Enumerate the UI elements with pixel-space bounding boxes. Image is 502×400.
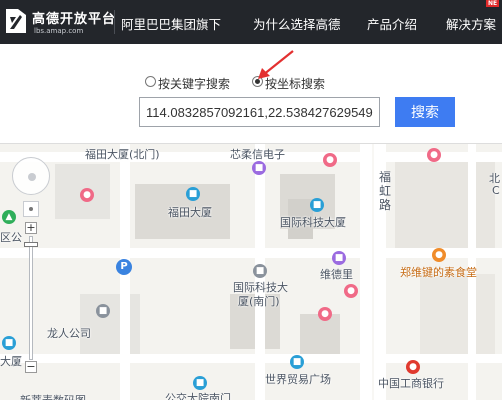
annotation-arrow-icon xyxy=(258,50,294,79)
logo[interactable]: 高德开放平台 lbs.amap.com xyxy=(4,5,117,39)
logo-title: 高德开放平台 xyxy=(32,12,117,27)
nav-alibaba[interactable]: 阿里巴巴集团旗下 xyxy=(121,14,221,33)
map-pan-control[interactable] xyxy=(12,157,50,195)
map-label-fuhong-road: 福虹路 xyxy=(379,170,392,212)
map-label-futian-building: 福田大厦 xyxy=(168,206,212,219)
poi-building-icon[interactable]: ■ xyxy=(186,187,200,201)
poi-office-2-icon[interactable]: ■ xyxy=(96,304,110,318)
map-label-zhixin: 芯柔信电子 xyxy=(230,148,285,161)
poi-building-4-icon[interactable]: ■ xyxy=(193,376,207,390)
map-label-icbc: 中国工商银行 xyxy=(378,377,444,390)
map-label-weideli: 维德里 xyxy=(320,268,353,281)
poi-store-2-icon[interactable]: ● xyxy=(427,148,441,162)
map-label-futian-north: 福田大厦(北门) xyxy=(85,148,160,161)
poi-building-2-icon[interactable]: ■ xyxy=(310,198,324,212)
map-label-xinhua: 新蒂麦数码图 xyxy=(20,392,86,400)
map-label-gongjiao: 公交大院南门 xyxy=(165,392,231,400)
poi-park-icon[interactable]: ▲ xyxy=(2,210,16,224)
map-label-right-edge: C xyxy=(492,184,500,197)
radio-keyword-label[interactable]: 按关键字搜索 xyxy=(158,75,230,92)
zoom-in-button[interactable]: + xyxy=(25,222,37,234)
map-label-wtc: 世界贸易广场 xyxy=(265,373,331,386)
poi-office-icon[interactable]: ■ xyxy=(253,264,267,278)
parking-icon[interactable]: P xyxy=(116,259,132,275)
restaurant-icon[interactable]: ● xyxy=(432,248,446,262)
map-label-longren: 龙人公司 xyxy=(47,327,91,340)
map-label-intl-tech-south-2: 厦(南门) xyxy=(238,295,280,308)
poi-store-icon[interactable]: ● xyxy=(323,153,337,167)
locate-icon[interactable] xyxy=(23,201,39,217)
top-navbar: 高德开放平台 lbs.amap.com 阿里巴巴集团旗下 为什么选择高德 产品介… xyxy=(0,0,502,44)
poi-store-4-icon[interactable]: ● xyxy=(318,307,332,321)
nav-solutions[interactable]: 解决方案 xyxy=(446,14,496,33)
map-label-left-building: 大厦 xyxy=(0,355,22,368)
poi-shop-icon[interactable]: ■ xyxy=(332,251,346,265)
poi-building-5-icon[interactable]: ■ xyxy=(2,336,16,350)
map-label-intl-tech: 国际科技大厦 xyxy=(280,216,346,229)
poi-shopping-icon[interactable]: ● xyxy=(80,188,94,202)
bank-icon[interactable]: ● xyxy=(406,360,420,374)
zoom-slider-handle[interactable] xyxy=(24,242,38,247)
map-label-zhengweiji: 郑维键的素食堂 xyxy=(400,266,477,279)
coordinate-input[interactable] xyxy=(139,97,380,127)
search-button[interactable]: 搜索 xyxy=(395,97,455,127)
nav-divider xyxy=(114,10,115,34)
nav-products[interactable]: 产品介绍 xyxy=(367,14,417,33)
map-label-left-district: 区公 xyxy=(0,231,22,244)
map-view[interactable]: 福田大厦(北门) 芯柔信电子 福田大厦 国际科技大厦 维德里 国际科技大 厦(南… xyxy=(0,143,502,400)
poi-store-3-icon[interactable]: ● xyxy=(344,284,358,298)
zoom-slider-track[interactable] xyxy=(29,236,33,360)
poi-transit-icon[interactable]: ■ xyxy=(252,161,266,175)
nav-why-amap[interactable]: 为什么选择高德 xyxy=(253,14,341,33)
logo-subtitle: lbs.amap.com xyxy=(34,27,84,35)
logo-mark-icon xyxy=(6,9,26,33)
pan-center-icon xyxy=(28,173,36,181)
zoom-out-button[interactable]: − xyxy=(25,361,37,373)
new-badge: NE xyxy=(486,0,500,7)
radio-keyword-search[interactable] xyxy=(145,76,156,87)
poi-building-3-icon[interactable]: ■ xyxy=(290,355,304,369)
